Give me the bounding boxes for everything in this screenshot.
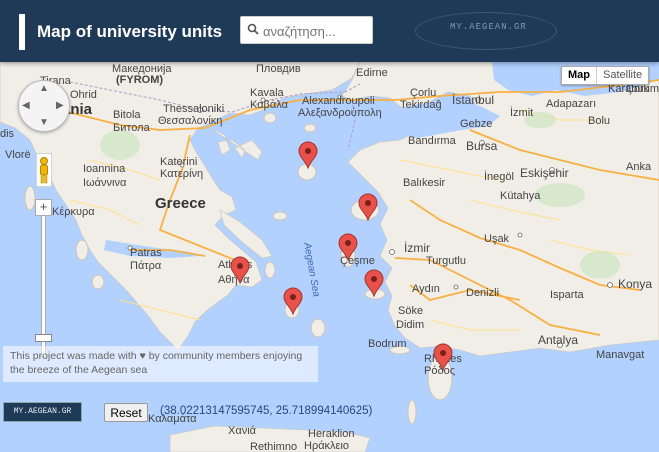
label-edirne: Edirne <box>356 67 388 79</box>
map-type-satellite-button[interactable]: Satellite <box>596 67 648 84</box>
reset-button[interactable]: Reset <box>104 403 148 422</box>
search-box[interactable] <box>240 16 373 44</box>
label-denizli: Denizli <box>466 287 499 299</box>
label-patras: Patras <box>130 247 162 259</box>
island-samothraki <box>303 123 317 133</box>
label-kutahya: Kütahya <box>500 190 541 202</box>
label-heraklion-gr: Ηράκλειο <box>304 440 349 452</box>
label-didim: Didim <box>396 319 424 331</box>
island-karpathos <box>407 399 417 425</box>
island-zakynthos <box>91 274 105 290</box>
label-antalya: Antalya <box>538 333 578 347</box>
label-heraklion: Heraklion <box>308 428 354 440</box>
label-kavala: Kavala <box>250 87 285 99</box>
aegean-logo-badge[interactable]: MY.AEGEAN.GR <box>3 402 82 422</box>
label-bursa: Bursa <box>466 139 498 153</box>
park-area <box>535 183 585 207</box>
zoom-slider-handle[interactable] <box>35 334 52 342</box>
island-kefalonia <box>75 239 89 261</box>
park-area <box>580 251 620 279</box>
island-naxos <box>310 318 326 338</box>
label-dis: dis <box>0 128 15 140</box>
label-katerini: Katerini <box>160 156 197 168</box>
map-type-control: Map Satellite <box>561 66 650 85</box>
map-type-map-button[interactable]: Map <box>562 67 596 84</box>
pan-left-icon[interactable]: ◀ <box>22 100 30 111</box>
pegman-icon[interactable] <box>36 153 52 187</box>
label-aydin: Aydın <box>412 283 440 295</box>
zoom-in-button[interactable]: + <box>35 199 52 216</box>
label-katerini-gr: Κατερίνη <box>160 168 203 180</box>
label-soke: Söke <box>398 305 423 317</box>
pan-up-icon[interactable]: ▲ <box>39 83 49 94</box>
label-ioannina-gr: Ιωάννινα <box>83 177 127 189</box>
park-area <box>100 130 140 160</box>
brand-logo-text: MY.AEGEAN.GR <box>450 22 527 32</box>
label-balikesir: Balıkesir <box>403 177 446 189</box>
label-ohrid: Ohrid <box>70 89 97 101</box>
label-turgutlu: Turgutlu <box>426 255 466 267</box>
label-gebze: Gebze <box>460 118 492 130</box>
island-andros <box>264 261 276 279</box>
label-eskisehir: Eskişehir <box>520 166 569 180</box>
label-rethimno: Rethimno <box>250 441 297 452</box>
label-ioannina: Ioannina <box>83 163 126 175</box>
label-thessaloniki: Thessaloniki <box>163 103 224 115</box>
pan-right-icon[interactable]: ▶ <box>56 100 64 111</box>
label-manavgat: Manavgat <box>596 349 644 361</box>
project-info-box: This project was made with ♥ by communit… <box>3 346 318 382</box>
label-bitola: Битола <box>113 122 151 134</box>
label-izmit: İzmit <box>510 106 533 119</box>
label-anka: Anka <box>626 161 652 173</box>
label-kerkyra: Κέρκυρα <box>52 206 95 218</box>
header-accent-bar <box>19 14 25 50</box>
label-isparta: Isparta <box>550 289 585 301</box>
app-header: Map of university units MY.AEGEAN.GR <box>0 0 659 62</box>
coordinates-readout: (38.02213147595745, 25.718994140625) <box>160 405 373 417</box>
pan-down-icon[interactable]: ▼ <box>39 117 49 128</box>
label-bitola-lat: Bitola <box>113 109 141 121</box>
label-konya: Konya <box>618 277 652 291</box>
pan-control[interactable]: ▲ ▼ ◀ ▶ <box>18 80 70 132</box>
label-thessaloniki-gr: Θεσσαλονίκη <box>158 115 222 127</box>
label-alexandroupoli-gr: Αλεξανδρούπολη <box>298 107 382 119</box>
label-inegol: İnegöl <box>484 170 514 183</box>
label-patras-gr: Πάτρα <box>130 260 162 272</box>
label-adapazari: Adapazarı <box>546 98 596 110</box>
island-thasos <box>263 112 277 124</box>
search-input[interactable] <box>261 20 371 42</box>
label-bandirma: Bandırma <box>408 135 457 147</box>
island-corfu <box>24 185 36 211</box>
label-cesme: Çeşme <box>340 255 375 267</box>
search-icon <box>247 23 259 35</box>
label-greece: Greece <box>155 195 206 212</box>
label-athens-gr: Αθήνα <box>218 274 250 286</box>
label-alexandroupoli: Alexandroupoli <box>302 95 375 107</box>
label-rhodes-gr: Ρόδος <box>424 365 455 377</box>
page-title: Map of university units <box>37 22 223 41</box>
label-bolu: Bolu <box>588 115 610 127</box>
label-vlore: Vlorë <box>5 149 31 161</box>
label-plovdiv: Пловдив <box>256 63 301 75</box>
label-corlu: Çorlu <box>410 87 436 99</box>
label-usak: Uşak <box>484 233 510 245</box>
label-chania: Χανιά <box>228 425 257 437</box>
label-kavala-gr: Καβάλα <box>250 99 289 111</box>
label-fyrom: (FYROM) <box>116 74 163 86</box>
island-skyros <box>272 211 288 221</box>
label-bodrum: Bodrum <box>368 338 407 350</box>
label-istanbul: İstanbul <box>452 93 494 107</box>
label-izmir: İzmir <box>404 241 430 255</box>
label-tekirdag: Tekirdağ <box>400 99 442 111</box>
